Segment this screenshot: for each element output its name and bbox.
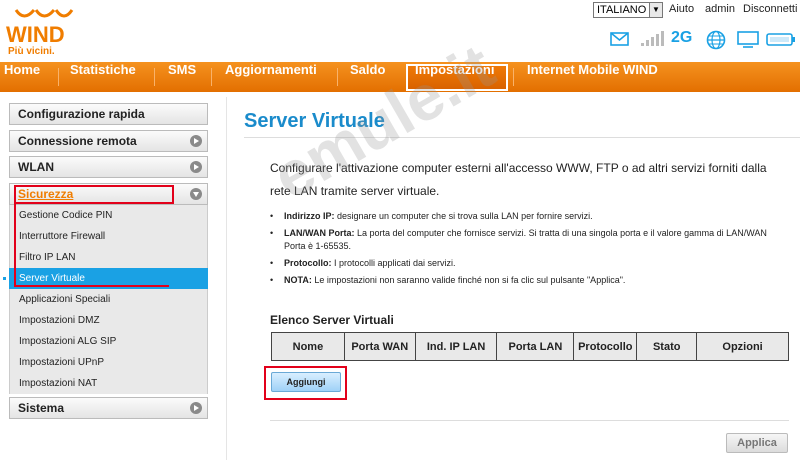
apply-button[interactable]: Applica [726, 433, 788, 453]
chevron-right-icon [190, 135, 202, 147]
table-header-row: Nome Porta WAN Ind. IP LAN Porta LAN Pro… [271, 332, 789, 361]
column-header-porta-lan: Porta LAN [496, 332, 575, 361]
bullet-term: Indirizzo IP: [284, 211, 335, 221]
user-link[interactable]: admin [705, 3, 735, 15]
sidebar-group-wlan[interactable]: WLAN [9, 156, 208, 178]
signal-icon [641, 31, 664, 46]
envelope-icon[interactable] [610, 30, 630, 48]
sidebar-group-label: Configurazione rapida [18, 107, 145, 121]
sidebar-group-label: Connessione remota [18, 134, 137, 148]
monitor-icon [737, 31, 759, 48]
router-admin-page: WIND Più vicini. ITALIANO ▼ Aiuto admin … [0, 0, 800, 460]
column-header-nome: Nome [271, 332, 345, 361]
nav-statistiche[interactable]: Statistiche [70, 62, 136, 92]
highlight-line [14, 204, 16, 286]
content-divider [226, 97, 227, 460]
nav-aggiornamenti[interactable]: Aggiornamenti [225, 62, 317, 92]
bullet-term: Protocollo: [284, 258, 332, 268]
sidebar-group-label: WLAN [18, 160, 54, 174]
bullet-text: Le impostazioni non saranno valide finch… [311, 275, 626, 285]
sidebar-item-interruttore-firewall[interactable]: Interruttore Firewall [9, 226, 208, 247]
sidebar-item-impostazioni-dmz[interactable]: Impostazioni DMZ [9, 310, 208, 331]
help-bullet: LAN/WAN Porta: La porta del computer che… [270, 227, 780, 253]
chevron-right-icon [190, 402, 202, 414]
bottom-divider [270, 420, 789, 421]
sidebar-item-applicazioni-speciali[interactable]: Applicazioni Speciali [9, 289, 208, 310]
sidebar-item-filtro-ip-lan[interactable]: Filtro IP LAN [9, 247, 208, 268]
nav-internet-mobile[interactable]: Internet Mobile WIND [527, 62, 658, 92]
bullet-text: I protocolli applicati dai servizi. [331, 258, 456, 268]
help-bullet: NOTA: Le impostazioni non saranno valide… [270, 274, 780, 287]
bullet-term: NOTA: [284, 275, 312, 285]
help-link[interactable]: Aiuto [669, 3, 694, 15]
sidebar-group-connessione-remota[interactable]: Connessione remota [9, 130, 208, 152]
wind-logo[interactable]: WIND Più vicini. [4, 4, 94, 58]
globe-icon[interactable] [706, 30, 728, 50]
language-select[interactable]: ITALIANO ▼ [593, 2, 663, 18]
chevron-down-icon: ▼ [649, 3, 662, 17]
help-bullet: Indirizzo IP: designare un computer che … [270, 210, 780, 223]
brand-tagline: Più vicini. [8, 46, 55, 57]
column-header-protocollo: Protocollo [573, 332, 638, 361]
nav-divider [58, 68, 59, 86]
highlight-line [14, 285, 169, 287]
virtual-server-table: Nome Porta WAN Ind. IP LAN Porta LAN Pro… [271, 332, 789, 361]
logout-link[interactable]: Disconnetti [743, 3, 797, 15]
nav-divider [337, 68, 338, 86]
nav-divider [513, 68, 514, 86]
help-bullet: Protocollo: I protocolli applicati dai s… [270, 257, 780, 270]
help-bullets: Indirizzo IP: designare un computer che … [270, 210, 780, 291]
sidebar-group-configurazione-rapida[interactable]: Configurazione rapida [9, 103, 208, 125]
nav-divider [154, 68, 155, 86]
nav-sms[interactable]: SMS [168, 62, 196, 92]
nav-home[interactable]: Home [4, 62, 40, 92]
sidebar-group-sistema[interactable]: Sistema [9, 397, 208, 419]
column-header-porta-wan: Porta WAN [343, 332, 416, 361]
sidebar-item-gestione-codice-pin[interactable]: Gestione Codice PIN [9, 205, 208, 226]
chevron-down-icon [190, 188, 202, 200]
sidebar-item-impostazioni-upnp[interactable]: Impostazioni UPnP [9, 352, 208, 373]
brand-name: WIND [6, 22, 65, 47]
highlight-box-add [264, 366, 347, 400]
chevron-right-icon [190, 161, 202, 173]
language-value: ITALIANO [597, 4, 647, 16]
column-header-opzioni: Opzioni [696, 332, 789, 361]
bullet-term: LAN/WAN Porta: [284, 228, 355, 238]
server-list-title: Elenco Server Virtuali [270, 313, 394, 327]
bullet-text: La porta del computer che fornisce servi… [284, 228, 767, 251]
header: WIND Più vicini. ITALIANO ▼ Aiuto admin … [0, 0, 800, 62]
sidebar-group-label: Sistema [18, 401, 65, 415]
nav-divider [211, 68, 212, 86]
bullet-text: designare un computer che si trova sulla… [334, 211, 593, 221]
sidebar-item-impostazioni-alg-sip[interactable]: Impostazioni ALG SIP [9, 331, 208, 352]
highlight-box-sicurezza [14, 185, 174, 204]
column-header-ip-lan: Ind. IP LAN [414, 332, 498, 361]
network-type: 2G [671, 29, 693, 46]
column-header-stato: Stato [636, 332, 698, 361]
sidebar-item-impostazioni-nat[interactable]: Impostazioni NAT [9, 373, 208, 394]
battery-icon [766, 33, 795, 46]
